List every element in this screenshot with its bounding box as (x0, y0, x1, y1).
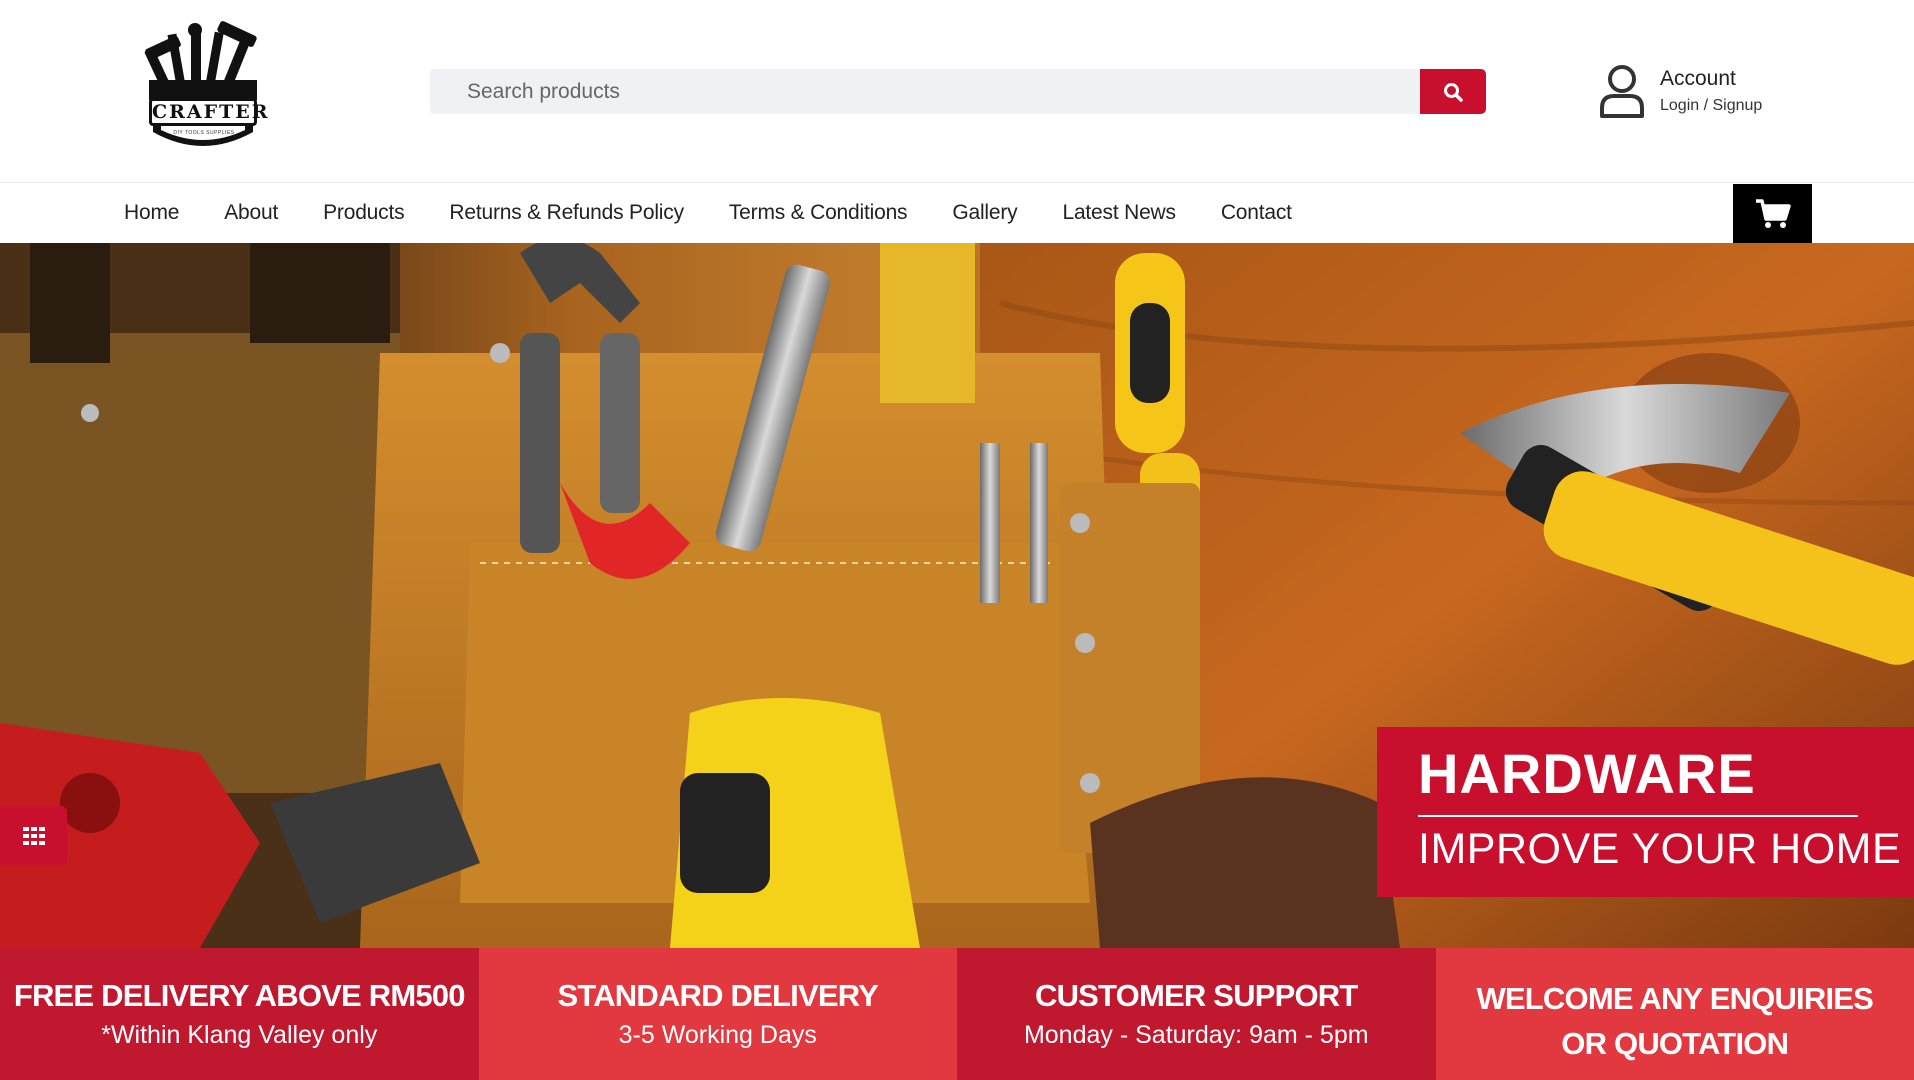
search-input[interactable] (430, 69, 1420, 114)
nav-item-about[interactable]: About (224, 201, 278, 225)
features-strip: FREE DELIVERY ABOVE RM500 *Within Klang … (0, 948, 1914, 1080)
hero-banner-divider (1418, 815, 1858, 817)
grid-icon (22, 827, 45, 845)
account-link[interactable]: Account Login / Signup (1598, 62, 1788, 122)
nav-menu: Home About Products Returns & Refunds Po… (124, 183, 1337, 243)
cart-button[interactable] (1733, 184, 1812, 243)
search-icon (1444, 82, 1463, 102)
feature-free-delivery: FREE DELIVERY ABOVE RM500 *Within Klang … (0, 948, 479, 1080)
hero-banner-subtitle: IMPROVE YOUR HOME (1418, 825, 1902, 873)
feature-subtitle: Monday - Saturday: 9am - 5pm (1023, 1021, 1369, 1049)
account-title: Account (1660, 67, 1736, 90)
feature-enquiries: WELCOME ANY ENQUIRIES OR QUOTATION (1435, 948, 1914, 1080)
logo-tagline: DIY TOOLS SUPPLIES (173, 130, 235, 136)
feature-title: STANDARD DELIVERY (557, 978, 879, 1013)
nav-item-latest-news[interactable]: Latest News (1062, 201, 1176, 225)
nav-item-terms-conditions[interactable]: Terms & Conditions (729, 201, 908, 225)
search-button[interactable] (1420, 69, 1486, 114)
feature-customer-support: CUSTOMER SUPPORT Monday - Saturday: 9am … (957, 948, 1436, 1080)
hero-banner-title: HARDWARE (1418, 742, 1756, 805)
user-icon (1600, 65, 1644, 118)
crafter-logo[interactable]: CRAFTER DIY TOOLS SUPPLIES (135, 20, 271, 160)
main-nav: Home About Products Returns & Refunds Po… (0, 182, 1914, 243)
feature-title: CUSTOMER SUPPORT (1035, 978, 1358, 1013)
search-bar (430, 69, 1486, 114)
nav-item-returns-refunds[interactable]: Returns & Refunds Policy (449, 201, 684, 225)
nav-item-products[interactable]: Products (323, 201, 404, 225)
logo-wordmark: CRAFTER (149, 98, 268, 126)
nav-item-gallery[interactable]: Gallery (952, 201, 1017, 225)
tools-logo-icon (144, 21, 257, 146)
feature-subtitle: 3-5 Working Days (618, 1021, 817, 1049)
feature-title: FREE DELIVERY ABOVE RM500 (13, 978, 466, 1013)
hero-slider: HARDWARE IMPROVE YOUR HOME (0, 243, 1914, 948)
nav-item-contact[interactable]: Contact (1221, 201, 1292, 225)
feature-subtitle: *Within Klang Valley only (101, 1021, 378, 1049)
feature-title: WELCOME ANY ENQUIRIES OR QUOTATION (1476, 981, 1874, 1061)
hero-banner[interactable]: HARDWARE IMPROVE YOUR HOME (1377, 727, 1914, 897)
login-signup-link[interactable]: Login / Signup (1660, 97, 1762, 115)
site-header: CRAFTER DIY TOOLS SUPPLIES Account Login… (0, 0, 1914, 182)
feature-standard-delivery: STANDARD DELIVERY 3-5 Working Days (478, 948, 957, 1080)
nav-item-home[interactable]: Home (124, 201, 179, 225)
side-menu-toggle[interactable] (0, 806, 67, 866)
shopping-cart-icon (1755, 198, 1791, 228)
